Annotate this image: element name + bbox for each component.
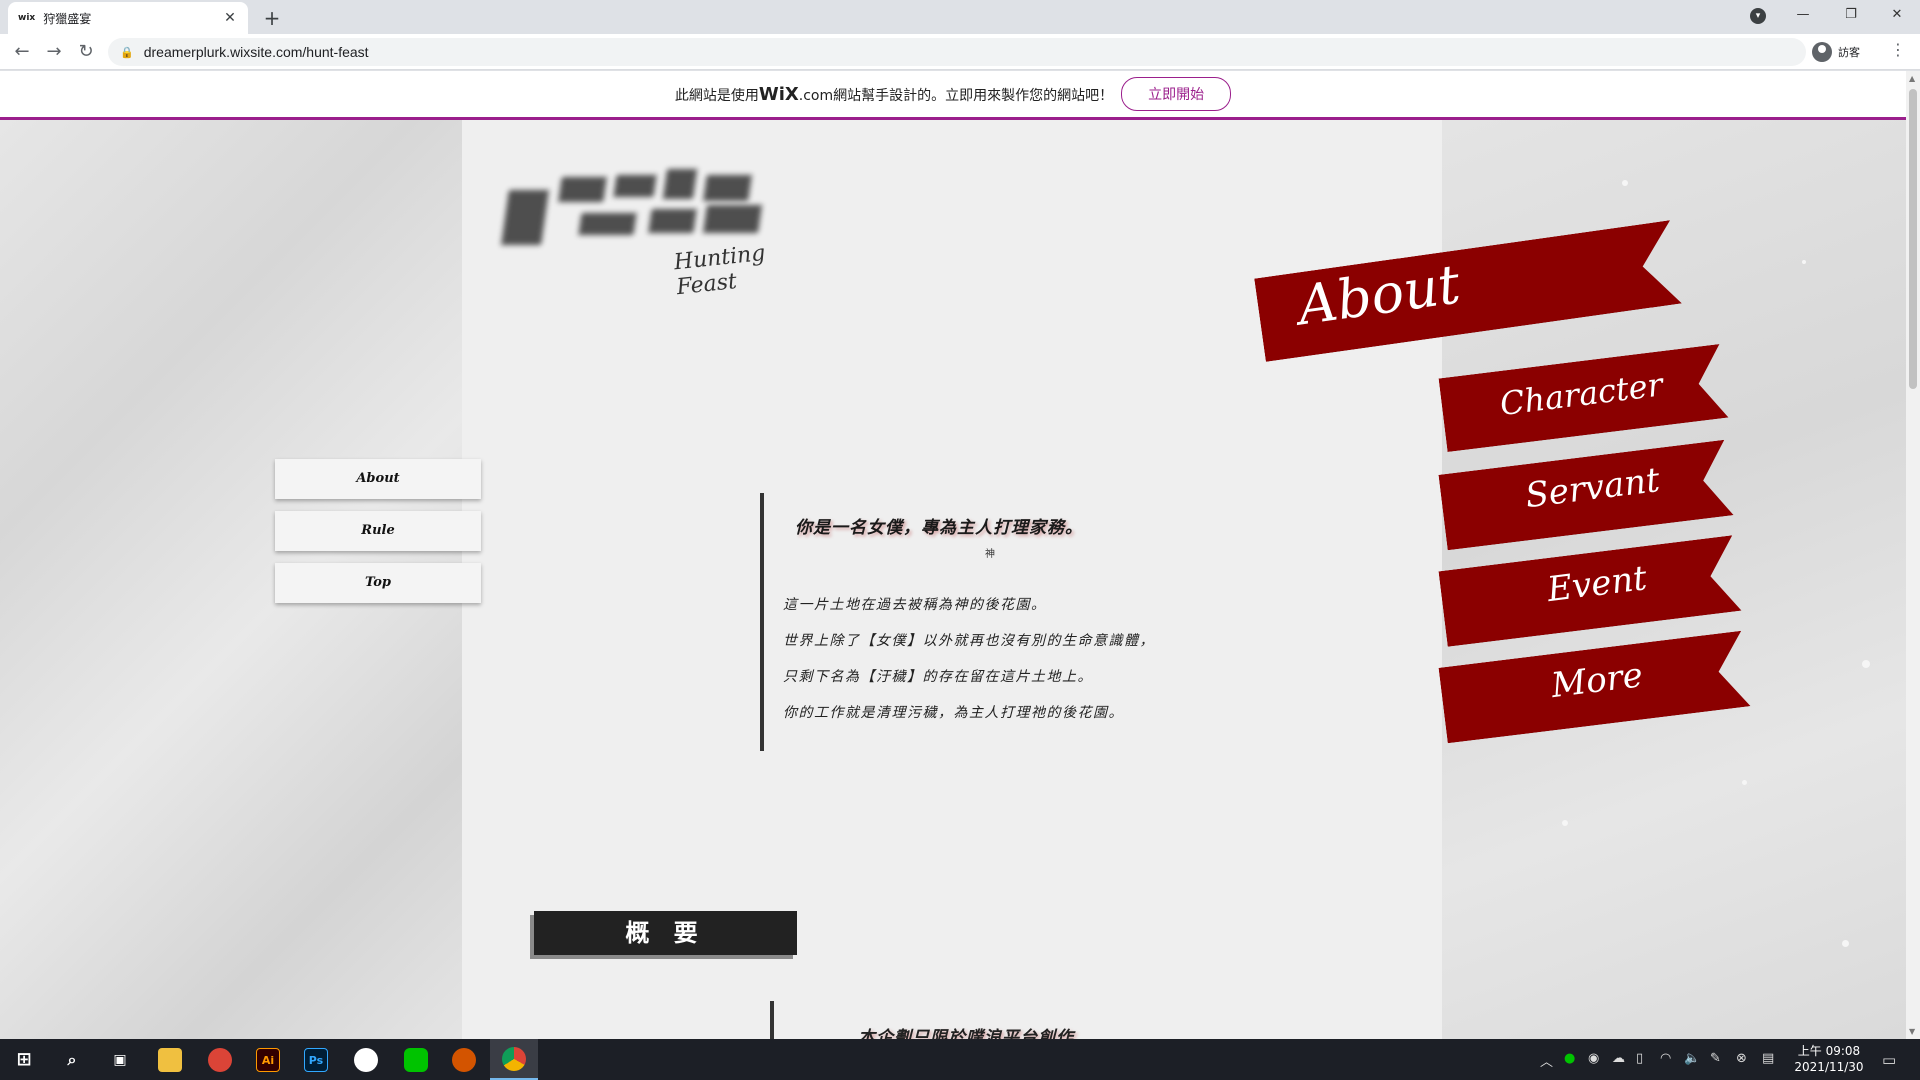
wix-banner-text: 此網站是使用WiX.com網站幫手設計的。立即用來製作您的網站吧！ [674, 83, 1114, 105]
profile-label: 訪客 [1838, 46, 1860, 59]
task-view-icon[interactable]: ▣ [96, 1039, 144, 1080]
notification-icon[interactable]: ▭ [1882, 1051, 1896, 1069]
back-button[interactable]: ← [10, 40, 34, 64]
site-logo[interactable]: Hunting Feast [501, 155, 815, 300]
scroll-up-icon[interactable]: ▲ [1909, 74, 1915, 83]
tray-close-icon[interactable]: ⊗ [1736, 1051, 1747, 1066]
scrollbar-thumb[interactable] [1909, 89, 1917, 389]
search-icon[interactable]: ⌕ [48, 1039, 96, 1080]
intro-divider [760, 493, 764, 751]
close-tab-icon[interactable]: ✕ [222, 10, 238, 26]
tray-discord-icon[interactable]: ◉ [1588, 1051, 1599, 1066]
tab-title: 狩獵盛宴 [43, 11, 92, 26]
page-viewport: 此網站是使用WiX.com網站幫手設計的。立即用來製作您的網站吧！ 立即開始 H… [0, 71, 1906, 1039]
wix-logo: WiX [758, 83, 799, 105]
profile-button[interactable]: 訪客 [1812, 40, 1860, 64]
chrome-profile-icon[interactable] [196, 1039, 244, 1080]
illustrator-icon[interactable]: Ai [244, 1039, 292, 1080]
page-scrollbar[interactable]: ▲ ▼ [1906, 71, 1920, 1039]
minimize-button[interactable]: — [1780, 0, 1826, 34]
side-menu-top[interactable]: Top [275, 563, 481, 603]
app-icon[interactable] [342, 1039, 390, 1080]
photoshop-icon[interactable]: Ps [292, 1039, 340, 1080]
clock-time: 上午 09:08 [1797, 1044, 1861, 1058]
side-menu-rule[interactable]: Rule [275, 511, 481, 551]
intro-line: 世界上除了【女僕】以外就再也沒有別的生命意識體， [783, 633, 1155, 649]
wix-banner: 此網站是使用WiX.com網站幫手設計的。立即用來製作您的網站吧！ 立即開始 [0, 71, 1906, 120]
new-tab-button[interactable]: + [258, 4, 286, 32]
ime-icon[interactable]: ▤ [1762, 1051, 1774, 1066]
system-clock[interactable]: 上午 09:08 2021/11/30 [1790, 1043, 1868, 1075]
volume-icon[interactable]: 🔈 [1684, 1051, 1700, 1066]
battery-icon[interactable]: ▯ [1636, 1051, 1643, 1066]
pen-icon[interactable]: ✎ [1710, 1051, 1721, 1066]
browser-tab[interactable]: wix 狩獵盛宴 ✕ [8, 2, 248, 34]
tray-expand-icon[interactable]: ︿ [1540, 1051, 1553, 1070]
file-explorer-icon[interactable] [146, 1039, 194, 1080]
intro-text: 這一片土地在過去被稱為神的後花園。 世界上除了【女僕】以外就再也沒有別的生命意識… [783, 587, 1155, 731]
avatar-icon [1812, 42, 1832, 62]
chrome-icon[interactable] [490, 1039, 538, 1080]
scroll-down-icon[interactable]: ▼ [1909, 1027, 1915, 1036]
clock-date: 2021/11/30 [1794, 1060, 1864, 1074]
side-menu: About Rule Top [275, 459, 481, 615]
wix-start-button[interactable]: 立即開始 [1121, 77, 1232, 111]
url-text: dreamerplurk.wixsite.com/hunt-feast [143, 44, 369, 60]
windows-start-icon[interactable]: ⊞ [0, 1039, 48, 1080]
restore-button[interactable]: ❐ [1828, 0, 1874, 34]
line-icon[interactable] [392, 1039, 440, 1080]
chrome-dev-icon[interactable] [440, 1039, 488, 1080]
browser-toolbar: ← → ↻ 🔒 dreamerplurk.wixsite.com/hunt-fe… [0, 34, 1920, 70]
intro-line: 你的工作就是清理污穢，為主人打理祂的後花園。 [783, 705, 1124, 721]
lock-icon: 🔒 [120, 45, 134, 59]
close-window-button[interactable]: ✕ [1874, 0, 1920, 34]
tray-line-icon[interactable]: ● [1564, 1051, 1575, 1066]
tab-search-icon[interactable]: ▾ [1750, 8, 1766, 24]
forward-button[interactable]: → [42, 40, 66, 64]
intro-small-note: 神 [985, 549, 995, 560]
tab-strip: wix 狩獵盛宴 ✕ + ▾ — ❐ ✕ [0, 0, 1920, 34]
reload-button[interactable]: ↻ [74, 40, 98, 64]
wix-favicon-icon: wix [18, 13, 36, 23]
taskbar: ⊞ ⌕ ▣ Ai Ps ︿ ● ◉ ☁ ▯ ◠ 🔈 ✎ ⊗ ▤ 上午 09:08… [0, 1039, 1920, 1080]
intro-line: 只剩下名為【汙穢】的存在留在這片土地上。 [783, 669, 1093, 685]
network-icon[interactable]: ◠ [1660, 1051, 1671, 1066]
onedrive-icon[interactable]: ☁ [1612, 1051, 1625, 1066]
intro-line: 這一片土地在過去被稱為神的後花園。 [783, 597, 1047, 613]
section-first-line: 本企劃只限於噗浪平台創作 [858, 1028, 1074, 1039]
section-divider [770, 1001, 774, 1039]
side-menu-about[interactable]: About [275, 459, 481, 499]
address-bar[interactable]: 🔒 dreamerplurk.wixsite.com/hunt-feast [108, 38, 1806, 66]
intro-heading: 你是一名女僕，專為主人打理家務。 [795, 518, 1083, 538]
browser-menu-icon[interactable]: ⋮ [1890, 40, 1906, 59]
section-title: 概 要 [534, 911, 797, 955]
